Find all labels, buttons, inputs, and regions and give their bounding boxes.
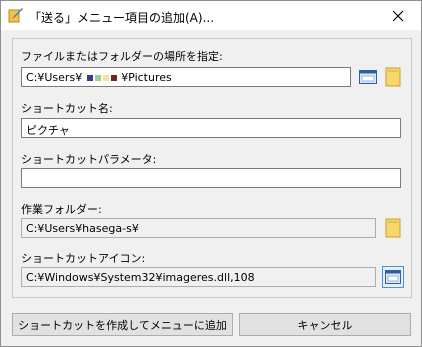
folder-icon — [385, 67, 401, 87]
shortcut-icon-field[interactable]: C:¥Windows¥System32¥imageres.dll,108 — [21, 267, 376, 287]
window-browse-icon — [359, 70, 377, 84]
location-label: ファイルまたはフォルダーの場所を指定: — [21, 50, 223, 63]
close-button[interactable] — [375, 1, 421, 30]
shortcut-name-field[interactable]: ピクチャ — [21, 118, 401, 138]
dialog-window: 「送る」メニュー項目の追加(A)... ファイルまたはフォルダーの場所を指定: … — [0, 0, 422, 347]
redacted-username — [86, 71, 122, 84]
location-field[interactable]: C:¥Users¥ ¥Pictures — [21, 67, 351, 87]
folder-icon — [385, 218, 401, 238]
create-shortcut-button[interactable]: ショートカットを作成してメニューに追加 — [12, 313, 233, 336]
browse-folder-button[interactable] — [382, 66, 404, 88]
shortcut-name-label: ショートカット名: — [21, 102, 113, 115]
window-title: 「送る」メニュー項目の追加(A)... — [29, 11, 215, 25]
location-suffix: ¥Pictures — [121, 71, 172, 84]
icon-picker-button[interactable] — [382, 266, 404, 288]
cancel-button[interactable]: キャンセル — [239, 313, 411, 336]
icon-picker-icon — [385, 270, 401, 284]
working-folder-field[interactable]: C:¥Users¥hasega-s¥ — [21, 218, 376, 238]
browse-window-button[interactable] — [357, 66, 379, 88]
parameters-field[interactable] — [21, 168, 401, 188]
close-icon — [392, 10, 404, 21]
title-bar: 「送る」メニュー項目の追加(A)... — [1, 1, 421, 30]
shortcut-icon-label: ショートカットアイコン: — [21, 252, 146, 265]
location-prefix: C:¥Users¥ — [26, 71, 83, 84]
parameters-label: ショートカットパラメータ: — [21, 153, 157, 166]
working-folder-label: 作業フォルダー: — [21, 203, 102, 216]
working-folder-browse-button[interactable] — [382, 217, 404, 239]
send-to-app-icon — [8, 7, 24, 23]
